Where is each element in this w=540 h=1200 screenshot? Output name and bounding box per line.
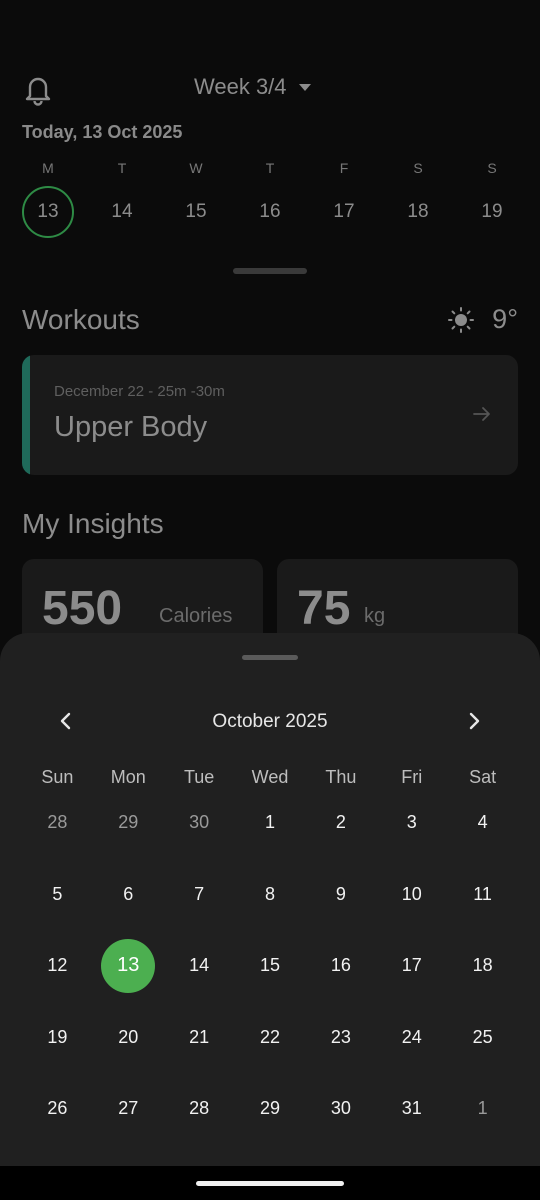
week-day-number[interactable]: 18 [392, 186, 444, 238]
week-day-fri[interactable]: F 17 [307, 160, 381, 238]
calendar-day[interactable]: 11 [456, 867, 510, 921]
calendar-day-outside-month[interactable]: 30 [172, 796, 226, 850]
insight-unit: Calories [159, 605, 233, 627]
calendar-day[interactable]: 6 [101, 867, 155, 921]
weekday-header: Thu [325, 767, 357, 787]
calendar-day[interactable]: 8 [243, 867, 297, 921]
chevron-right-icon[interactable] [462, 709, 486, 733]
calendar-day[interactable]: 14 [172, 939, 226, 993]
week-day-letter: S [487, 160, 497, 176]
calendar-day[interactable]: 9 [314, 867, 368, 921]
home-indicator[interactable] [196, 1181, 344, 1186]
calendar-day[interactable]: 24 [385, 1010, 439, 1064]
caret-down-icon [298, 83, 311, 91]
bell-icon[interactable] [22, 72, 54, 106]
today-label: Today, 13 Oct 2025 [22, 122, 183, 142]
insight-value: 550 [42, 582, 123, 635]
week-day-letter: T [117, 160, 127, 176]
calendar-day-outside-month[interactable]: 28 [30, 796, 84, 850]
calendar-day[interactable]: 29 [243, 1082, 297, 1136]
weekday-header: Tue [183, 767, 215, 787]
weekday-header: Fri [401, 767, 423, 787]
calendar-day[interactable]: 17 [385, 939, 439, 993]
calendar-day[interactable]: 1 [243, 796, 297, 850]
calendar-day[interactable]: 30 [314, 1082, 368, 1136]
week-day-sun[interactable]: S 19 [455, 160, 529, 238]
week-day-mon[interactable]: M 13 [11, 160, 85, 238]
workout-meta: December 22 - 25m -30m [54, 383, 225, 400]
calendar-bottom-sheet: October 2025 Sun Mon Tue Wed Thu Fri Sat… [0, 633, 540, 1200]
calendar-day[interactable]: 28 [172, 1082, 226, 1136]
calendar-day-selected[interactable]: 13 [101, 938, 156, 993]
workouts-title: Workouts [22, 304, 140, 335]
week-selector[interactable]: Week 3/4 [194, 74, 311, 100]
sheet-drag-handle[interactable] [242, 655, 298, 660]
calendar-week-row: 12 13 14 15 16 17 18 [22, 930, 518, 1002]
weekday-header: Wed [251, 767, 289, 787]
calendar-grid: 28 29 30 1 2 3 4 5 6 7 8 9 10 11 12 13 1… [22, 787, 518, 1145]
week-strip-drag-handle[interactable] [233, 268, 307, 274]
calendar-day[interactable]: 2 [314, 796, 368, 850]
week-day-number[interactable]: 14 [96, 186, 148, 238]
calendar-week-row: 5 6 7 8 9 10 11 [22, 859, 518, 931]
calendar-day[interactable]: 12 [30, 939, 84, 993]
calendar-day[interactable]: 22 [243, 1010, 297, 1064]
calendar-day[interactable]: 31 [385, 1082, 439, 1136]
calendar-week-row: 19 20 21 22 23 24 25 [22, 1002, 518, 1074]
insight-unit: kg [364, 605, 386, 627]
weekday-header-row: Sun Mon Tue Wed Thu Fri Sat [22, 767, 518, 788]
calendar-day[interactable]: 4 [456, 796, 510, 850]
calendar-day[interactable]: 19 [30, 1010, 84, 1064]
calendar-day[interactable]: 15 [243, 939, 297, 993]
week-day-tue[interactable]: T 14 [85, 160, 159, 238]
calendar-day[interactable]: 23 [314, 1010, 368, 1064]
week-day-letter: M [42, 160, 54, 176]
week-day-number[interactable]: 19 [466, 186, 518, 238]
insights-title: My Insights [22, 508, 164, 539]
week-day-wed[interactable]: W 15 [159, 160, 233, 238]
weekday-header: Sat [469, 767, 497, 787]
calendar-day[interactable]: 21 [172, 1010, 226, 1064]
insight-value: 75 [297, 582, 351, 635]
temperature-value: 9° [492, 304, 518, 334]
weekday-header: Sun [41, 767, 74, 787]
arrow-right-icon[interactable] [470, 403, 494, 425]
calendar-week-row: 28 29 30 1 2 3 4 [22, 787, 518, 859]
week-day-number-selected[interactable]: 13 [22, 186, 74, 238]
calendar-day[interactable]: 18 [456, 939, 510, 993]
weekday-header: Mon [110, 767, 146, 787]
calendar-day[interactable]: 25 [456, 1010, 510, 1064]
calendar-day[interactable]: 5 [30, 867, 84, 921]
week-day-number[interactable]: 16 [244, 186, 296, 238]
sun-icon [448, 306, 475, 333]
weather-widget: 9° [448, 304, 518, 335]
workout-card-accent [22, 355, 30, 475]
calendar-day[interactable]: 10 [385, 867, 439, 921]
workout-name: Upper Body [54, 411, 208, 443]
week-day-letter: W [189, 160, 203, 176]
week-day-letter: F [339, 160, 349, 176]
week-selector-label: Week 3/4 [194, 74, 287, 99]
calendar-day[interactable]: 16 [314, 939, 368, 993]
week-strip: M 13 T 14 W 15 T 16 F 17 S 18 S 19 [11, 160, 529, 238]
calendar-day-outside-month[interactable]: 29 [101, 796, 155, 850]
calendar-day[interactable]: 3 [385, 796, 439, 850]
app-background: Week 3/4 Today, 13 Oct 2025 M 13 T 14 W … [0, 0, 540, 1200]
week-day-sat[interactable]: S 18 [381, 160, 455, 238]
calendar-day-outside-month[interactable]: 1 [456, 1082, 510, 1136]
calendar-day[interactable]: 7 [172, 867, 226, 921]
week-day-thu[interactable]: T 16 [233, 160, 307, 238]
week-day-letter: T [265, 160, 275, 176]
week-day-letter: S [413, 160, 423, 176]
calendar-day[interactable]: 20 [101, 1010, 155, 1064]
calendar-day[interactable]: 26 [30, 1082, 84, 1136]
calendar-day[interactable]: 27 [101, 1082, 155, 1136]
week-day-number[interactable]: 17 [318, 186, 370, 238]
workout-card[interactable]: December 22 - 25m -30m Upper Body [22, 355, 518, 475]
month-title: October 2025 [212, 711, 328, 732]
week-day-number[interactable]: 15 [170, 186, 222, 238]
calendar-week-row: 26 27 28 29 30 31 1 [22, 1073, 518, 1145]
